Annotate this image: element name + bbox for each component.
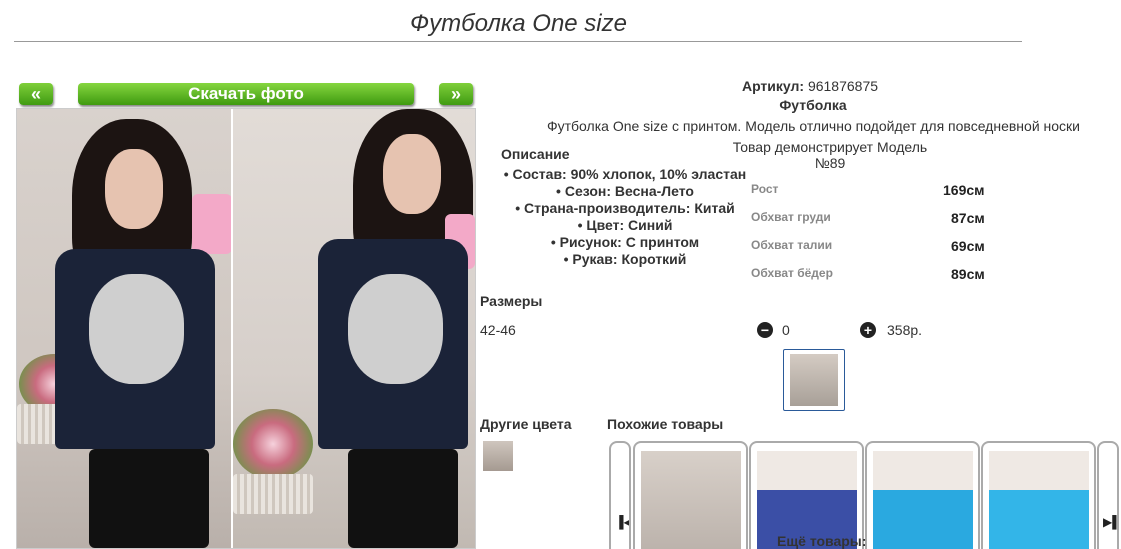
plus-circle-icon[interactable]: + — [860, 322, 876, 338]
prev-photo-button[interactable]: « — [19, 83, 53, 105]
article-label: Артикул: — [741, 78, 805, 94]
measurement-label: Обхват талии — [751, 238, 833, 252]
page-title: Футболка One size — [410, 10, 627, 37]
photo-model-right — [233, 109, 475, 548]
description-item: Состав: 90% хлопок, 10% эластан — [500, 166, 750, 183]
description-item: Цвет: Синий — [500, 217, 750, 234]
measurement-label: Обхват груди — [751, 210, 831, 224]
description-list: Состав: 90% хлопок, 10% эластан Сезон: В… — [500, 166, 750, 268]
product-image — [641, 451, 741, 549]
similar-products-title: Похожие товары — [607, 416, 724, 432]
similar-product-card[interactable] — [981, 441, 1096, 549]
description-item: Рисунок: С принтом — [500, 234, 750, 251]
other-colors-title: Другие цвета — [480, 416, 572, 432]
size-value: 42-46 — [480, 322, 516, 338]
sizes-title: Размеры — [480, 293, 543, 309]
article-line: Артикул: 961876875 — [620, 78, 1000, 94]
description-title: Описание — [501, 146, 570, 162]
description-item: Рукав: Короткий — [500, 251, 750, 268]
price-value: 358р. — [887, 322, 923, 338]
photo-thumbnail[interactable] — [783, 349, 845, 411]
measurement-value: 87см — [951, 210, 985, 226]
measurement-label: Обхват бёдер — [751, 266, 833, 280]
carousel-next-button[interactable]: ▶▌ — [1097, 441, 1119, 549]
quantity-value[interactable]: 0 — [782, 322, 790, 338]
similar-product-card[interactable] — [865, 441, 980, 549]
product-image — [873, 451, 973, 549]
product-image — [989, 451, 1089, 549]
measurement-label: Рост — [751, 182, 779, 196]
carousel-next-icon: ▶▌ — [1103, 515, 1119, 529]
minus-circle-icon[interactable]: − — [757, 322, 773, 338]
similar-product-card[interactable] — [633, 441, 748, 549]
product-summary: Футболка One size с принтом. Модель отли… — [546, 118, 1080, 134]
photo-model-left — [17, 109, 232, 548]
next-photo-button[interactable]: » — [439, 83, 473, 105]
description-item: Страна-производитель: Китай — [500, 200, 750, 217]
other-color-thumbnail[interactable] — [483, 441, 513, 471]
product-photo[interactable] — [16, 108, 476, 549]
model-note: Товар демонстрирует Модель №89 — [732, 139, 928, 171]
product-category: Футболка — [779, 97, 847, 113]
title-divider — [14, 41, 1022, 42]
description-item: Сезон: Весна-Лето — [500, 183, 750, 200]
carousel-prev-icon: ▐◀ — [615, 515, 631, 529]
download-photo-button[interactable]: Скачать фото — [78, 83, 414, 105]
carousel-prev-button[interactable]: ▐◀ — [609, 441, 631, 549]
measurement-value: 89см — [951, 266, 985, 282]
article-value: 961876875 — [807, 78, 879, 94]
measurement-value: 69см — [951, 238, 985, 254]
measurement-value: 169см — [943, 182, 985, 198]
